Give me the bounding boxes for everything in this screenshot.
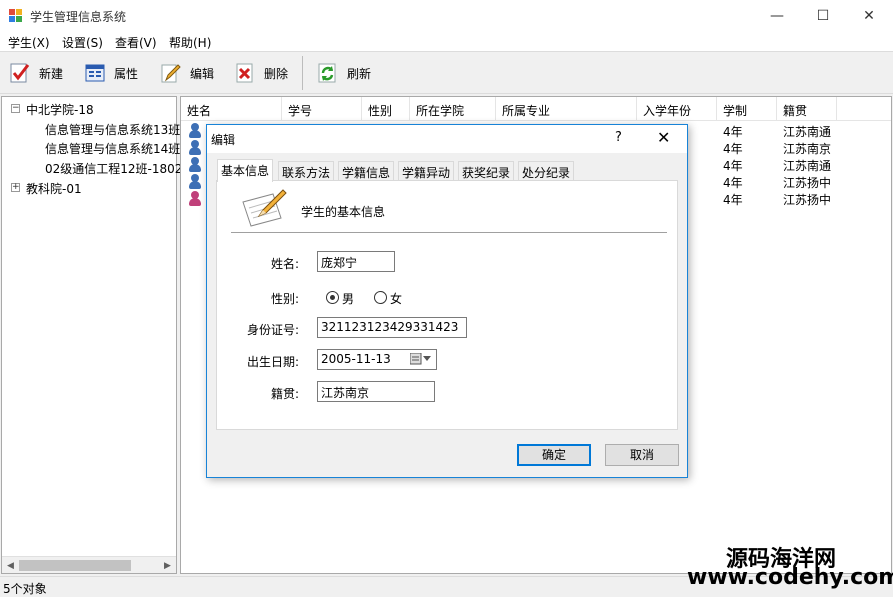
menu-student[interactable]: 学生(X) <box>8 34 50 51</box>
tab-punishments[interactable]: 处分纪录 <box>518 161 575 181</box>
gender-label: 性别: <box>270 292 299 306</box>
column-header-college[interactable]: 所在学院 <box>410 97 496 121</box>
column-header-student-id[interactable]: 学号 <box>282 97 362 121</box>
college-tree[interactable]: − 中北学院-18 信息管理与信息系统13班 信息管理与信息系统14班 02级通… <box>1 96 190 574</box>
edit-dialog: 编辑 ? ✕ 基本信息 联系方法 学籍信息 学籍异动 获奖纪录 处分纪录 学生的… <box>206 124 688 478</box>
cell-duration: 4年 <box>723 159 743 173</box>
gender-male-radio[interactable] <box>326 291 339 304</box>
name-field[interactable]: 庞郑宁 <box>317 251 395 272</box>
refresh-icon <box>317 62 339 84</box>
birth-date-value: 2005-11-13 <box>321 352 391 366</box>
edit-pencil-icon <box>160 62 182 84</box>
cell-origin: 江苏南京 <box>783 142 832 156</box>
watermark-url: www.codehy.com <box>687 565 893 590</box>
properties-icon <box>84 62 106 84</box>
column-header-origin[interactable]: 籍贯 <box>777 97 837 121</box>
edit-label: 编辑 <box>190 66 215 81</box>
minimize-button[interactable]: — <box>754 0 800 31</box>
dialog-title-bar: 编辑 ? ✕ <box>207 125 687 153</box>
notepad-pencil-icon <box>239 188 287 228</box>
delete-x-icon <box>234 62 256 84</box>
cancel-button[interactable]: 取消 <box>605 444 679 466</box>
toolbar: 新建 属性 编辑 删除 刷新 <box>0 52 893 94</box>
new-label: 新建 <box>39 66 64 81</box>
gender-male-label[interactable]: 男 <box>342 290 354 307</box>
cell-origin: 江苏南通 <box>783 159 832 173</box>
refresh-label: 刷新 <box>347 66 372 81</box>
scroll-right-icon[interactable]: ▶ <box>159 557 176 574</box>
id-number-label: 身份证号: <box>246 323 299 337</box>
tree-node-jiaoke[interactable]: 教科院-01 <box>26 180 82 197</box>
cell-duration: 4年 <box>723 125 743 139</box>
student-avatar-icon <box>188 140 202 156</box>
scroll-left-icon[interactable]: ◀ <box>2 557 19 574</box>
tree-node-class-12[interactable]: 02级通信工程12班-18021 <box>45 160 190 177</box>
tab-enrollment[interactable]: 学籍信息 <box>338 161 395 181</box>
tab-contact[interactable]: 联系方法 <box>278 161 335 181</box>
panel-header-text: 学生的基本信息 <box>301 205 386 219</box>
tab-awards[interactable]: 获奖纪录 <box>458 161 515 181</box>
birth-date-picker[interactable]: 2005-11-13 <box>317 349 437 370</box>
status-text: 5个对象 <box>3 582 47 596</box>
calendar-dropdown-icon[interactable] <box>409 352 432 368</box>
column-header-major[interactable]: 所属专业 <box>496 97 637 121</box>
gender-female-radio[interactable] <box>374 291 387 304</box>
help-button[interactable]: ? <box>615 130 622 145</box>
properties-label: 属性 <box>114 66 139 81</box>
cell-origin: 江苏扬中 <box>783 176 832 190</box>
name-label: 姓名: <box>270 257 299 271</box>
student-avatar-icon <box>188 191 202 207</box>
column-header-enroll-year[interactable]: 入学年份 <box>637 97 717 121</box>
title-bar: 学生管理信息系统 — ☐ ✕ <box>0 0 893 31</box>
maximize-button[interactable]: ☐ <box>800 0 846 31</box>
dialog-title: 编辑 <box>211 133 236 147</box>
new-check-icon <box>9 62 31 84</box>
ok-button[interactable]: 确定 <box>517 444 591 466</box>
app-icon <box>9 9 23 23</box>
new-button[interactable]: 新建 <box>9 59 63 87</box>
birth-date-label: 出生日期: <box>246 355 299 369</box>
origin-label: 籍贯: <box>270 387 299 401</box>
properties-button[interactable]: 属性 <box>84 59 138 87</box>
cell-duration: 4年 <box>723 176 743 190</box>
menu-bar: 学生(X) 设置(S) 查看(V) 帮助(H) <box>0 31 893 52</box>
tree-node-class-13[interactable]: 信息管理与信息系统13班 <box>45 121 180 138</box>
close-button[interactable]: ✕ <box>846 0 892 31</box>
refresh-button[interactable]: 刷新 <box>317 59 371 87</box>
cell-duration: 4年 <box>723 193 743 207</box>
student-avatar-icon <box>188 123 202 139</box>
column-header-name[interactable]: 姓名 <box>181 97 282 121</box>
menu-help[interactable]: 帮助(H) <box>169 34 211 51</box>
header-divider <box>231 232 667 233</box>
expand-icon[interactable]: + <box>11 183 20 192</box>
window-title: 学生管理信息系统 <box>30 10 127 24</box>
collapse-icon[interactable]: − <box>11 104 20 113</box>
gender-female-label[interactable]: 女 <box>390 290 402 307</box>
tree-node-zhongbei[interactable]: 中北学院-18 <box>26 101 94 118</box>
id-number-field[interactable]: 321123123429331423 <box>317 317 467 338</box>
list-header: 姓名 学号 性别 所在学院 所属专业 入学年份 学制 籍贯 <box>181 97 891 121</box>
menu-view[interactable]: 查看(V) <box>115 34 157 51</box>
menu-settings[interactable]: 设置(S) <box>62 34 103 51</box>
cell-origin: 江苏南通 <box>783 125 832 139</box>
edit-button[interactable]: 编辑 <box>160 59 214 87</box>
toolbar-separator <box>302 56 303 90</box>
student-avatar-icon <box>188 157 202 173</box>
cell-origin: 江苏扬中 <box>783 193 832 207</box>
basic-info-panel: 学生的基本信息 姓名: 庞郑宁 性别: 男 女 身份证号: 3211231234… <box>216 180 678 430</box>
tree-node-class-14[interactable]: 信息管理与信息系统14班 <box>45 140 180 157</box>
tree-horizontal-scrollbar[interactable]: ◀ ▶ <box>2 556 176 573</box>
delete-label: 删除 <box>264 66 289 81</box>
scroll-thumb[interactable] <box>19 560 131 571</box>
dialog-close-button[interactable]: ✕ <box>657 128 670 147</box>
tab-basic-info[interactable]: 基本信息 <box>217 159 274 182</box>
origin-field[interactable]: 江苏南京 <box>317 381 435 402</box>
tab-status-change[interactable]: 学籍异动 <box>398 161 455 181</box>
student-avatar-icon <box>188 174 202 190</box>
column-header-duration[interactable]: 学制 <box>717 97 777 121</box>
cell-duration: 4年 <box>723 142 743 156</box>
delete-button[interactable]: 删除 <box>234 59 288 87</box>
column-header-gender[interactable]: 性别 <box>362 97 410 121</box>
